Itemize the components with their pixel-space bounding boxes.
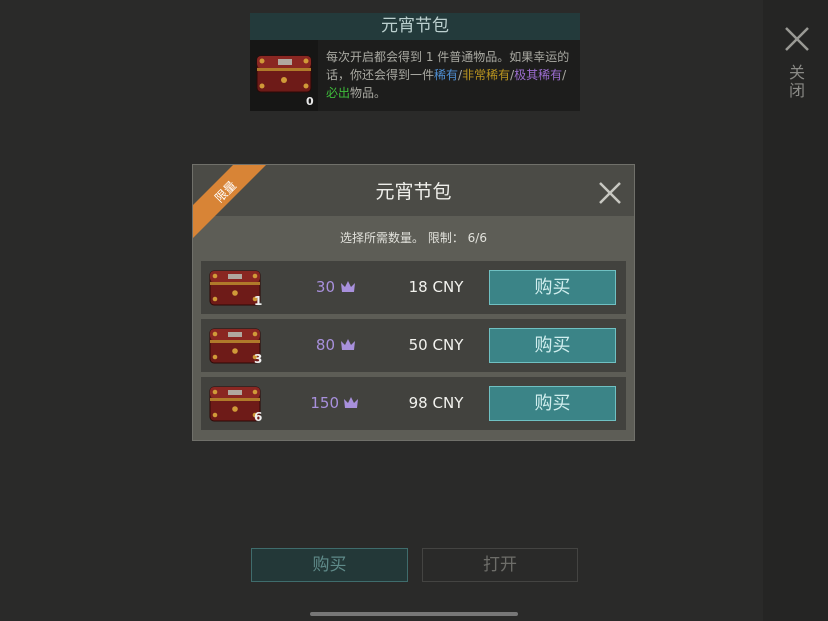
item-count: 0: [306, 95, 314, 108]
bottom-buy-button[interactable]: 购买: [251, 548, 408, 582]
purchase-row: 3 80 50 CNY 购买: [201, 319, 626, 372]
bottom-open-button[interactable]: 打开: [422, 548, 578, 582]
buy-button[interactable]: 购买: [489, 386, 616, 421]
purchase-row: 6 150 98 CNY 购买: [201, 377, 626, 430]
description-text-end: 物品。: [350, 86, 387, 100]
close-icon[interactable]: [784, 26, 810, 52]
item-info-card: 元宵节包 0 每次开启都会得到 1 件普通物品。如果幸运的话，你还会得到一件稀有…: [250, 13, 580, 111]
info-card-title: 元宵节包: [250, 13, 580, 40]
info-card-body: 0 每次开启都会得到 1 件普通物品。如果幸运的话，你还会得到一件稀有/非常稀有…: [250, 40, 580, 111]
crown-icon: [341, 339, 355, 350]
buy-button[interactable]: 购买: [489, 328, 616, 363]
row-quantity: 6: [254, 410, 263, 424]
row-cny-price: 18 CNY: [408, 278, 464, 296]
separator: /: [562, 68, 567, 82]
quantity-instruction: 选择所需数量。 限制： 6/6: [340, 231, 487, 245]
rarity-very-rare: 非常稀有: [462, 68, 511, 82]
purchase-row: 1 30 18 CNY 购买: [201, 261, 626, 314]
rarity-extremely-rare: 极其稀有: [514, 68, 563, 82]
buy-button[interactable]: 购买: [489, 270, 616, 305]
purchase-modal: 元宵节包 限量 选择所需数量。 限制： 6/6 1 30 18 CNY 购买 3…: [193, 165, 634, 440]
row-crown-price: 30: [315, 278, 335, 296]
item-description: 每次开启都会得到 1 件普通物品。如果幸运的话，你还会得到一件稀有/非常稀有/极…: [326, 48, 576, 102]
rarity-must-drop: 必出: [326, 86, 351, 100]
row-crown-price: 80: [315, 336, 335, 354]
crown-icon: [341, 281, 355, 292]
row-quantity: 1: [254, 294, 263, 308]
row-cny-price: 98 CNY: [408, 394, 464, 412]
home-indicator: [310, 612, 518, 616]
row-cny-price: 50 CNY: [408, 336, 464, 354]
row-crown-price: 150: [310, 394, 339, 412]
limited-ribbon: 限量: [193, 165, 266, 238]
modal-close-icon[interactable]: [598, 181, 622, 205]
crown-icon: [344, 397, 358, 408]
row-quantity: 3: [254, 352, 263, 366]
close-label[interactable]: 关闭: [786, 64, 807, 100]
rarity-rare: 稀有: [434, 68, 459, 82]
